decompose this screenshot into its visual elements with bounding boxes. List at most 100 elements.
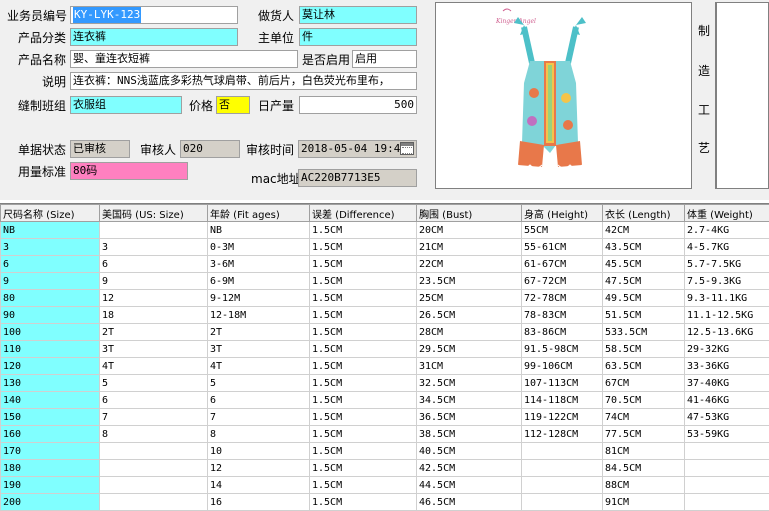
table-cell[interactable]: 28CM [417,324,522,341]
table-cell[interactable]: 72-78CM [522,290,603,307]
table-cell[interactable]: 44.5CM [417,477,522,494]
table-cell[interactable]: 49.5CM [603,290,685,307]
table-cell[interactable]: NB [1,222,100,239]
table-cell[interactable]: 78-83CM [522,307,603,324]
table-cell[interactable]: 70.5CM [603,392,685,409]
table-cell[interactable]: 91.5-98CM [522,341,603,358]
table-cell[interactable]: 26.5CM [417,307,522,324]
table-cell[interactable]: 42.5CM [417,460,522,477]
usage-standard-field[interactable]: 80码 [70,162,188,180]
table-cell[interactable]: 9.3-11.1KG [685,290,769,307]
table-row[interactable]: 130551.5CM32.5CM107-113CM67CM37-40KG [1,375,769,392]
table-cell[interactable]: 180 [1,460,100,477]
table-cell[interactable]: 5.7-7.5KG [685,256,769,273]
column-header[interactable]: 胸围 (Bust) [417,205,522,222]
daily-output-field[interactable]: 500 [299,96,417,114]
table-cell[interactable]: 2T [100,324,208,341]
column-header[interactable]: 衣长 (Length) [603,205,685,222]
table-cell[interactable]: 150 [1,409,100,426]
table-cell[interactable]: 7.5-9.3KG [685,273,769,290]
table-cell[interactable]: 10 [208,443,310,460]
table-cell[interactable]: 107-113CM [522,375,603,392]
column-header[interactable]: 尺码名称 (Size) [1,205,100,222]
table-cell[interactable]: 114-118CM [522,392,603,409]
table-cell[interactable] [100,443,208,460]
table-cell[interactable]: 1.5CM [310,324,417,341]
table-cell[interactable]: 53-59KG [685,426,769,443]
table-row[interactable]: 160881.5CM38.5CM112-128CM77.5CM53-59KG [1,426,769,443]
table-cell[interactable]: 21CM [417,239,522,256]
table-cell[interactable]: 3T [100,341,208,358]
table-row[interactable]: 901812-18M1.5CM26.5CM78-83CM51.5CM11.1-1… [1,307,769,324]
table-cell[interactable]: 1.5CM [310,256,417,273]
table-cell[interactable] [100,477,208,494]
table-cell[interactable]: 32.5CM [417,375,522,392]
table-cell[interactable] [685,494,769,511]
table-cell[interactable]: 5 [100,375,208,392]
table-cell[interactable]: 61-67CM [522,256,603,273]
table-row[interactable]: 1204T4T1.5CM31CM99-106CM63.5CM33-36KG [1,358,769,375]
table-cell[interactable]: 3 [100,239,208,256]
table-cell[interactable]: 1.5CM [310,392,417,409]
table-cell[interactable]: 12 [208,460,310,477]
table-row[interactable]: 1103T3T1.5CM29.5CM91.5-98CM58.5CM29-32KG [1,341,769,358]
table-cell[interactable]: 533.5CM [603,324,685,341]
table-cell[interactable]: 29-32KG [685,341,769,358]
table-cell[interactable]: 6 [208,392,310,409]
table-cell[interactable]: 1.5CM [310,341,417,358]
table-cell[interactable]: 119-122CM [522,409,603,426]
table-cell[interactable]: 47-53KG [685,409,769,426]
table-cell[interactable]: 2T [208,324,310,341]
table-cell[interactable]: 112-128CM [522,426,603,443]
table-cell[interactable]: 47.5CM [603,273,685,290]
table-cell[interactable]: 8 [208,426,310,443]
table-cell[interactable]: 42CM [603,222,685,239]
table-cell[interactable]: 58.5CM [603,341,685,358]
table-cell[interactable]: 100 [1,324,100,341]
table-cell[interactable] [100,494,208,511]
table-cell[interactable]: 7 [208,409,310,426]
table-cell[interactable]: 88CM [603,477,685,494]
column-header[interactable]: 美国码 (US: Size) [100,205,208,222]
sewing-team-field[interactable]: 衣服组 [70,96,182,114]
table-cell[interactable]: 1.5CM [310,358,417,375]
table-cell[interactable]: 12 [100,290,208,307]
table-cell[interactable]: 130 [1,375,100,392]
table-cell[interactable] [685,460,769,477]
table-cell[interactable]: 67-72CM [522,273,603,290]
table-cell[interactable]: 200 [1,494,100,511]
table-row[interactable]: NBNB1.5CM20CM55CM42CM2.7-4KG [1,222,769,239]
table-cell[interactable]: 2.7-4KG [685,222,769,239]
description-field[interactable]: 连衣裤：NNS浅蓝底多彩热气球肩带、前后片，白色荧光布里布， [70,72,417,90]
table-cell[interactable]: 31CM [417,358,522,375]
table-row[interactable]: 663-6M1.5CM22CM61-67CM45.5CM5.7-7.5KG [1,256,769,273]
table-cell[interactable]: 63.5CM [603,358,685,375]
enabled-field[interactable]: 启用 [352,50,417,68]
product-name-field[interactable]: 婴、童连衣短裤 [70,50,298,68]
table-cell[interactable]: 84.5CM [603,460,685,477]
table-row[interactable]: 180121.5CM42.5CM84.5CM [1,460,769,477]
table-cell[interactable]: 74CM [603,409,685,426]
table-cell[interactable]: 6 [100,392,208,409]
table-cell[interactable]: 67CM [603,375,685,392]
table-cell[interactable]: 3-6M [208,256,310,273]
column-header[interactable]: 年龄 (Fit ages) [208,205,310,222]
table-cell[interactable] [522,460,603,477]
price-field[interactable]: 否 [216,96,250,114]
table-cell[interactable] [685,443,769,460]
table-cell[interactable]: 110 [1,341,100,358]
table-cell[interactable]: 91CM [603,494,685,511]
table-row[interactable]: 170101.5CM40.5CM81CM [1,443,769,460]
table-cell[interactable]: 36.5CM [417,409,522,426]
calendar-icon[interactable] [400,142,414,155]
table-row[interactable]: 140661.5CM34.5CM114-118CM70.5CM41-46KG [1,392,769,409]
table-cell[interactable]: 0-3M [208,239,310,256]
table-cell[interactable] [100,460,208,477]
table-cell[interactable]: 22CM [417,256,522,273]
table-cell[interactable]: 9-12M [208,290,310,307]
table-cell[interactable]: 4T [100,358,208,375]
table-cell[interactable]: 51.5CM [603,307,685,324]
table-cell[interactable]: 3 [1,239,100,256]
maker-field[interactable]: 莫让林 [299,6,417,24]
table-cell[interactable] [522,477,603,494]
